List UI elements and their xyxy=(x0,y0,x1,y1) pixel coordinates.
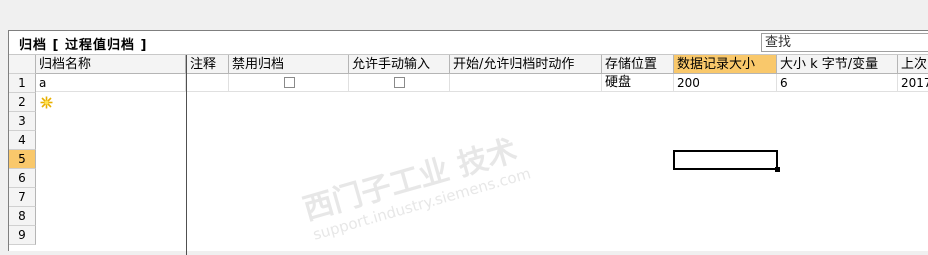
col-disable-archive[interactable]: 禁用归档 xyxy=(229,55,349,74)
col-allow-manual-input[interactable]: 允许手动输入 xyxy=(349,55,450,74)
cell-allow-manual-input[interactable] xyxy=(349,74,450,92)
cell-storage-location[interactable]: 硬盘 xyxy=(602,74,674,92)
row-number[interactable]: 3 xyxy=(9,112,36,131)
top-strip xyxy=(0,0,928,30)
watermark-url: support.industry.siemens.com xyxy=(310,164,533,244)
row-number[interactable]: 8 xyxy=(9,207,36,226)
col-record-size[interactable]: 数据记录大小 xyxy=(674,55,777,74)
cell-disable-archive[interactable] xyxy=(229,74,349,92)
archive-panel: 归档 [ 过程值归档 ] 查找 归档名称 注释 禁用归档 允许手动输入 开始/允… xyxy=(8,30,928,255)
col-last[interactable]: 上次 xyxy=(898,55,928,74)
col-storage-location[interactable]: 存储位置 xyxy=(602,55,674,74)
new-row-icon[interactable] xyxy=(40,96,53,109)
col-size-kb[interactable]: 大小 k 字节/变量 xyxy=(777,55,898,74)
disable-archive-checkbox[interactable] xyxy=(284,77,295,88)
cell-comment[interactable] xyxy=(187,74,229,92)
cell-archive-name[interactable]: a xyxy=(36,74,186,92)
allow-manual-input-checkbox[interactable] xyxy=(394,77,405,88)
search-input[interactable]: 查找 xyxy=(761,33,928,52)
corner-cell[interactable] xyxy=(9,55,36,74)
cell-record-size[interactable]: 200 xyxy=(674,74,777,92)
col-comment[interactable]: 注释 xyxy=(187,55,229,74)
fill-handle[interactable] xyxy=(775,167,780,172)
row-number[interactable]: 4 xyxy=(9,131,36,150)
cell-last[interactable]: 2017/ xyxy=(898,74,928,92)
cell-start-action[interactable] xyxy=(450,74,602,92)
row-number[interactable]: 1 xyxy=(9,74,36,93)
cell-size-kb[interactable]: 6 xyxy=(777,74,898,92)
row-number[interactable]: 6 xyxy=(9,169,36,188)
panel-titlebar: 归档 [ 过程值归档 ] 查找 xyxy=(9,31,928,55)
panel-title: 归档 [ 过程值归档 ] xyxy=(19,38,148,53)
row-number[interactable]: 2 xyxy=(9,93,36,112)
col-start-action[interactable]: 开始/允许归档时动作 xyxy=(450,55,602,74)
frozen-column-divider xyxy=(186,55,187,255)
watermark-text: 西门子工业 技术 xyxy=(299,133,521,228)
col-archive-name[interactable]: 归档名称 xyxy=(36,55,186,74)
row-number[interactable]: 7 xyxy=(9,188,36,207)
row-number[interactable]: 5 xyxy=(9,150,36,169)
selected-cell[interactable] xyxy=(673,150,778,170)
row-number[interactable]: 9 xyxy=(9,226,36,245)
